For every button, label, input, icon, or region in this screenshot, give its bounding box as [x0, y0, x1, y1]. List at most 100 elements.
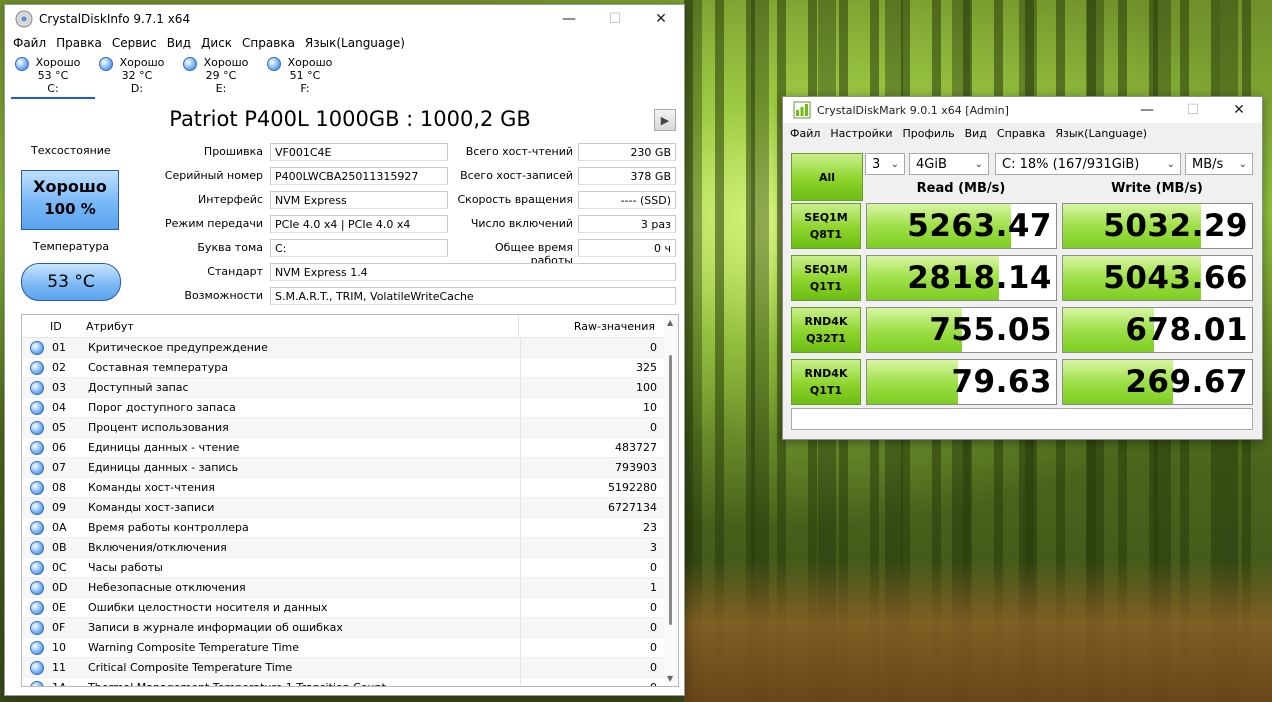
- table-row[interactable]: 09 Команды хост-записи 6727134: [22, 498, 678, 518]
- test-button-2[interactable]: SEQ1M Q1T1: [791, 255, 861, 301]
- scroll-thumb[interactable]: [669, 355, 672, 625]
- close-button[interactable]: ✕: [638, 5, 684, 33]
- chevron-down-icon: ⌄: [890, 159, 899, 170]
- transfer-mode-value: PCIe 4.0 x4 | PCIe 4.0 x4: [270, 215, 448, 233]
- unit-select[interactable]: MB/s ⌄: [1185, 153, 1253, 175]
- attribute-id: 08: [52, 481, 66, 494]
- table-row[interactable]: 01 Критическое предупреждение 0: [22, 338, 678, 358]
- table-row[interactable]: 0A Время работы контроллера 23: [22, 518, 678, 538]
- table-row[interactable]: 1AThermal Management Temperature 1 Trans…: [22, 678, 678, 686]
- status-good-icon: [15, 57, 29, 71]
- temperature-value[interactable]: 53 °C: [21, 263, 121, 301]
- test-count-select[interactable]: 3 ⌄: [865, 153, 905, 175]
- disk-tab-c[interactable]: Хорошо 53 °C C:: [11, 53, 95, 99]
- attribute-raw-value: 3: [650, 541, 657, 554]
- disk-tab-e[interactable]: Хорошо 29 °C E:: [179, 53, 263, 99]
- disk-tab-f[interactable]: Хорошо 51 °C F:: [263, 53, 347, 99]
- status-good-icon: [183, 57, 197, 71]
- firmware-value: VF001C4E: [270, 143, 448, 161]
- disk-status: Хорошо: [119, 56, 165, 69]
- health-percent: 100 %: [44, 200, 96, 218]
- attribute-raw-value: 0: [650, 601, 657, 614]
- menu-help[interactable]: Справка: [997, 127, 1045, 140]
- menu-disk[interactable]: Диск: [201, 36, 232, 50]
- table-row[interactable]: 0E Ошибки целостности носителя и данных 0: [22, 598, 678, 618]
- host-reads-value: 230 GB: [578, 143, 676, 161]
- menu-language[interactable]: Язык(Language): [1055, 127, 1147, 140]
- title-bar[interactable]: CrystalDiskInfo 9.7.1 x64 — ☐ ✕: [5, 5, 684, 33]
- menu-settings[interactable]: Настройки: [830, 127, 892, 140]
- menu-view[interactable]: Вид: [167, 36, 191, 50]
- menu-help[interactable]: Справка: [242, 36, 295, 50]
- table-row[interactable]: 02 Составная температура 325: [22, 358, 678, 378]
- status-good-icon: [30, 380, 44, 395]
- minimize-button[interactable]: —: [546, 5, 592, 33]
- next-disk-button[interactable]: ▶: [654, 109, 676, 131]
- menu-file[interactable]: Файл: [790, 127, 820, 140]
- write-result-box: 269.67: [1062, 359, 1253, 405]
- table-row[interactable]: 0C Часы работы 0: [22, 558, 678, 578]
- menu-view[interactable]: Вид: [965, 127, 987, 140]
- scroll-up-icon[interactable]: ▲: [667, 318, 673, 327]
- test-type: RND4K: [804, 367, 848, 380]
- serial-label: Серийный номер: [164, 169, 263, 182]
- test-button-4[interactable]: RND4K Q1T1: [791, 359, 861, 405]
- maximize-button[interactable]: ☐: [1170, 97, 1216, 123]
- table-row[interactable]: 06 Единицы данных - чтение 483727: [22, 438, 678, 458]
- status-good-icon: [267, 57, 281, 71]
- attribute-id: 05: [52, 421, 66, 434]
- disk-tab-d[interactable]: Хорошо 32 °C D:: [95, 53, 179, 99]
- attribute-id: 02: [52, 361, 66, 374]
- attribute-id: 04: [52, 401, 66, 414]
- minimize-button[interactable]: —: [1124, 97, 1170, 123]
- attribute-id: 0D: [52, 581, 68, 594]
- table-row[interactable]: 04 Порог доступного запаса 10: [22, 398, 678, 418]
- table-row[interactable]: 0F Записи в журнале информации об ошибках…: [22, 618, 678, 638]
- table-row[interactable]: 0B Включения/отключения 3: [22, 538, 678, 558]
- test-type: SEQ1M: [804, 263, 848, 276]
- attribute-name: Время работы контроллера: [84, 518, 521, 537]
- table-row[interactable]: 0D Небезопасные отключения 1: [22, 578, 678, 598]
- column-id[interactable]: ID: [50, 320, 86, 333]
- status-good-icon: [30, 360, 44, 375]
- column-raw-values[interactable]: Raw-значения: [519, 320, 659, 333]
- table-row[interactable]: 11 Critical Composite Temperature Time 0: [22, 658, 678, 678]
- disk-tabs: Хорошо 53 °C C: Хорошо 32 °C D: Хорошо 2…: [5, 53, 684, 99]
- test-size-select[interactable]: 4GiB ⌄: [909, 153, 989, 175]
- menu-profile[interactable]: Профиль: [903, 127, 955, 140]
- disk-model-title: Patriot P400L 1000GB : 1000,2 GB: [169, 107, 531, 131]
- test-count-value: 3: [872, 157, 881, 172]
- menu-file[interactable]: Файл: [13, 36, 46, 50]
- menu-language[interactable]: Язык(Language): [305, 36, 405, 50]
- menu-service[interactable]: Сервис: [112, 36, 157, 50]
- app-disk-icon: [15, 10, 33, 28]
- health-status-box[interactable]: Хорошо 100 %: [21, 170, 119, 230]
- attribute-raw-value: 0: [650, 661, 657, 674]
- test-button-1[interactable]: SEQ1M Q8T1: [791, 203, 861, 249]
- scroll-down-icon[interactable]: ▼: [667, 674, 673, 683]
- test-button-3[interactable]: RND4K Q32T1: [791, 307, 861, 353]
- title-bar[interactable]: CrystalDiskMark 9.0.1 x64 [Admin] — ☐ ✕: [783, 97, 1262, 123]
- column-attribute[interactable]: Атрибут: [86, 315, 519, 337]
- table-row[interactable]: 10 Warning Composite Temperature Time 0: [22, 638, 678, 658]
- disk-temp: 29 °C: [205, 69, 237, 82]
- attribute-name: Критическое предупреждение: [84, 338, 521, 357]
- table-row[interactable]: 08 Команды хост-чтения 5192280: [22, 478, 678, 498]
- read-result-value: 755.05: [929, 312, 1052, 348]
- rotation-speed-value: ---- (SSD): [578, 191, 676, 209]
- disk-letter: C:: [47, 82, 59, 95]
- maximize-button[interactable]: ☐: [592, 5, 638, 33]
- attribute-name: Составная температура: [84, 358, 521, 377]
- run-all-button[interactable]: All: [791, 153, 863, 201]
- table-scrollbar[interactable]: ▲ ▼: [664, 315, 678, 686]
- comment-input[interactable]: [791, 408, 1253, 430]
- attribute-name: Порог доступного запаса: [84, 398, 521, 417]
- features-label: Возможности: [184, 289, 263, 302]
- table-row[interactable]: 03 Доступный запас 100: [22, 378, 678, 398]
- table-body: 01 Критическое предупреждение 0 02 Составная…: [22, 338, 678, 686]
- menu-edit[interactable]: Правка: [56, 36, 102, 50]
- table-row[interactable]: 07 Единицы данных - запись 793903: [22, 458, 678, 478]
- close-button[interactable]: ✕: [1216, 97, 1262, 123]
- drive-select[interactable]: C: 18% (167/931GiB) ⌄: [995, 153, 1181, 175]
- table-row[interactable]: 05 Процент использования 0: [22, 418, 678, 438]
